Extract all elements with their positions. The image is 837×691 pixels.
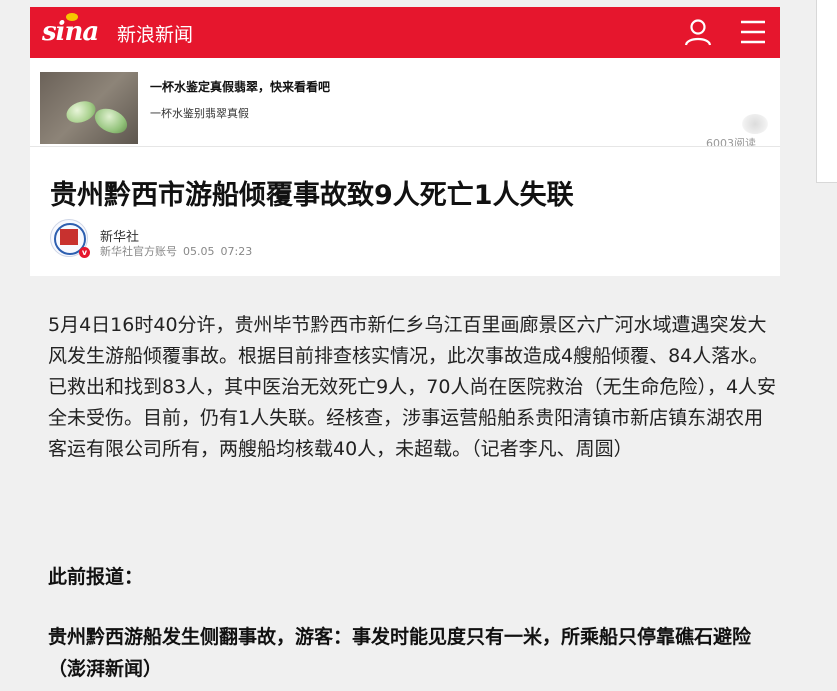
author-account: 新华社官方账号 (100, 245, 177, 258)
user-icon[interactable] (683, 17, 713, 47)
jade-stone (90, 103, 132, 139)
publish-date: 05.05 (183, 245, 215, 258)
jade-image[interactable] (40, 72, 138, 144)
ad-card[interactable]: 一杯水鉴定真假翡翠，快来看看吧 一杯水鉴别翡翠真假 6003阅读 (30, 58, 780, 156)
article-title: 贵州黔西市游船倾覆事故致9人死亡1人失联 (50, 180, 574, 211)
related-article-link[interactable]: 贵州黔西游船发生侧翻事故，游客：事发时能见度只有一米，所乘船只停靠礁石避险（澎湃… (48, 621, 778, 685)
logo-eye-mark (66, 13, 78, 21)
previous-reports-label: 此前报道： (48, 566, 144, 588)
ad-close-icon[interactable] (742, 114, 768, 134)
top-navigation-bar: sina 新浪新闻 (30, 7, 780, 58)
scrollbar-track[interactable] (816, 0, 837, 183)
verified-badge: v (79, 247, 90, 258)
sina-logo[interactable]: sina (42, 13, 99, 47)
jade-stone (63, 97, 99, 127)
publish-time: 07:23 (220, 245, 253, 258)
article-body: 5月4日16时40分许，贵州毕节黔西市新仁乡乌江百里画廊景区六广河水域遭遇突发大… (48, 314, 777, 460)
logo-text: sina (42, 17, 99, 47)
article-header: 贵州黔西市游船倾覆事故致9人死亡1人失联 v 新华社 新华社官方账号 05.05 0… (30, 147, 780, 276)
ad-subtitle: 一杯水鉴别翡翠真假 (150, 107, 249, 120)
menu-icon[interactable] (738, 17, 768, 47)
site-name[interactable]: 新浪新闻 (117, 20, 193, 47)
avatar-emblem (60, 229, 78, 245)
author-meta: 新华社官方账号 05.05 07:23 (100, 243, 258, 259)
ad-title[interactable]: 一杯水鉴定真假翡翠，快来看看吧 (150, 78, 330, 95)
